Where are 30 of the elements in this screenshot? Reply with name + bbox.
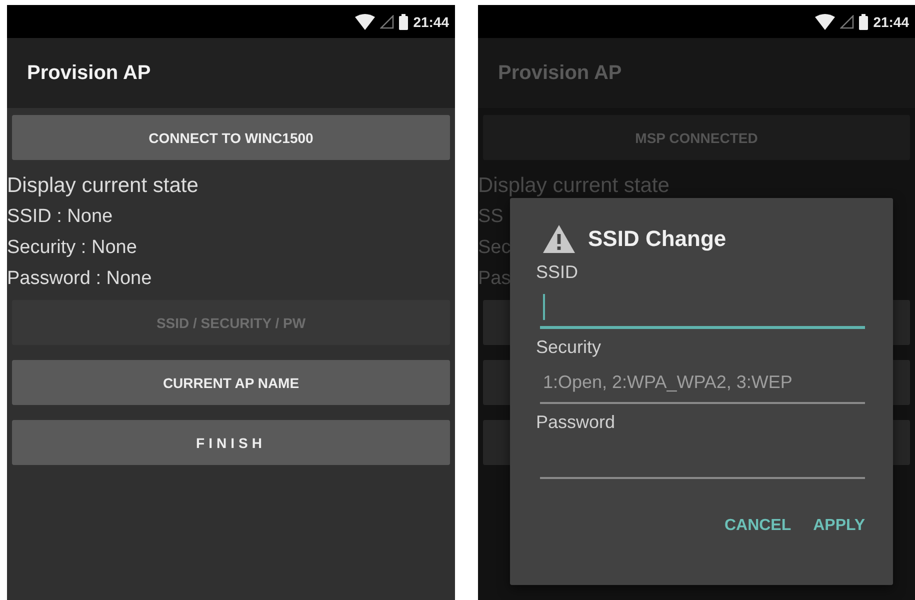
action-button[interactable]: CURRENT AP NAME [12,360,450,405]
status-time: 21:44 [413,14,449,30]
status-time: 21:44 [873,14,909,30]
dialog-button[interactable]: APPLY [813,513,865,539]
state-text: SSID : None [7,205,113,229]
warning-icon [542,224,576,254]
input-field[interactable]: 1:Open, 2:WPA_WPA2, 3:WEP [540,362,865,404]
field-label: Password [536,412,616,433]
dialog-button[interactable]: CANCEL [724,513,792,539]
app-title: Provision AP [27,62,151,84]
wifi-icon [815,14,836,30]
state-text: Password : None [7,267,152,291]
action-button[interactable]: FINISH [12,420,450,465]
text-cursor [543,294,545,320]
state-text: Display current state [7,173,198,199]
signal-icon [840,14,854,28]
dialog-title: SSID Change [588,226,726,252]
battery-icon [859,14,868,30]
battery-icon [399,14,408,30]
signal-icon [380,14,394,28]
connect-button[interactable]: CONNECT TO WINC1500 [12,115,450,160]
wifi-icon [355,14,376,30]
state-text: Display current state [478,173,670,199]
state-text: Sec [478,236,511,260]
field-label: SSID [536,262,580,283]
field-label: Security [536,337,602,358]
state-text: Pas [478,267,511,291]
state-text: Security : None [7,236,137,260]
state-text: SS [478,205,504,229]
app-title: Provision AP [498,62,622,84]
